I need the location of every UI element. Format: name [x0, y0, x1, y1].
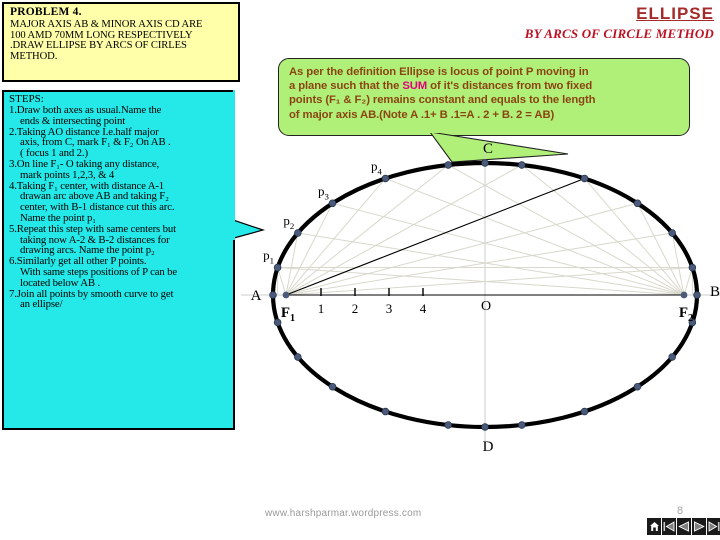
ellipse-point: [269, 291, 277, 299]
problem-line: MAJOR AXIS AB & MINOR AXIS CD ARE: [10, 18, 203, 30]
ellipse-point: [273, 263, 282, 272]
next-slide-icon[interactable]: [692, 518, 707, 535]
problem-line: METHOD.: [10, 51, 58, 63]
step-line: an ellipse/: [20, 298, 63, 311]
step-line: 5.Repeat this step with same centers but: [9, 222, 177, 235]
tick-label-1: 1: [318, 301, 325, 316]
ellipse-point: [381, 407, 390, 416]
ellipse-point: [328, 382, 337, 391]
construction-lines: [277, 164, 693, 296]
focus-point-f2: [680, 291, 688, 299]
tick-label-4: 4: [420, 301, 427, 316]
definition-line-3: points (F₁ & F₂) remains constant and eq…: [289, 94, 596, 107]
sum-highlight: SUM: [402, 80, 428, 93]
ellipse-point: [688, 318, 697, 327]
axis-lines: [241, 141, 720, 449]
ellipse-point: [294, 353, 302, 361]
ellipse-point: [481, 159, 489, 167]
label-p3: p3: [318, 183, 330, 201]
diagram-labels: A B C D O F1 F2 p1 p2 p3 p4 1 2 3 4: [251, 141, 720, 455]
ellipse-point: [633, 199, 642, 208]
last-slide-icon[interactable]: [707, 518, 720, 535]
label-f1: F1: [281, 305, 295, 324]
slide-canvas: PROBLEM 4. MAJOR AXIS AB & MINOR AXIS CD…: [0, 0, 720, 540]
label-p4: p4: [371, 158, 383, 176]
label-f2: F2: [679, 305, 693, 324]
ellipse-point: [580, 407, 589, 416]
label-c: C: [483, 141, 493, 157]
definition-line-2: a plane such that the SUM of it's distan…: [289, 80, 593, 93]
ellipse-point: [294, 229, 302, 237]
footer-url: www.harshparmar.wordpress.com: [265, 508, 422, 519]
ellipse-point: [633, 382, 642, 391]
first-slide-icon[interactable]: [662, 518, 677, 535]
ellipse-point: [580, 174, 589, 183]
previous-slide-icon[interactable]: [677, 518, 692, 535]
ellipse-point: [693, 291, 701, 299]
label-o: O: [481, 299, 491, 314]
label-a: A: [251, 288, 262, 304]
focus-point-f1: [282, 291, 290, 299]
ellipse-point: [518, 161, 526, 169]
slide-navigation-bar[interactable]: [647, 518, 720, 535]
tick-label-3: 3: [386, 301, 393, 316]
label-b: B: [710, 284, 720, 300]
label-d: D: [483, 439, 494, 455]
ellipse-point: [688, 263, 697, 272]
ellipse-point: [481, 423, 489, 431]
step-line: located below AB .: [20, 276, 101, 289]
problem-statement-box: PROBLEM 4. MAJOR AXIS AB & MINOR AXIS CD…: [2, 2, 240, 82]
ellipse-point: [444, 161, 452, 169]
ellipse-point: [668, 353, 676, 361]
page-number: 8: [677, 505, 684, 517]
problem-title: PROBLEM 4.: [10, 6, 82, 18]
tick-label-2: 2: [352, 301, 359, 316]
label-p2: p2: [283, 213, 294, 231]
definition-callout-tail: [430, 132, 570, 163]
steps-list-box: STEPS: 1.Draw both axes as usual.Name th…: [2, 90, 235, 430]
ellipse-point: [328, 199, 337, 208]
definition-callout: As per the definition Ellipse is locus o…: [278, 58, 690, 136]
ellipse-point: [444, 421, 452, 429]
step-line: ends & intersecting point: [20, 114, 126, 127]
page-title: ELLIPSE: [636, 4, 714, 23]
label-p1: p1: [263, 248, 274, 266]
ellipse-point: [668, 229, 676, 237]
page-subtitle: BY ARCS OF CIRCLE METHOD: [524, 26, 714, 41]
ellipse-point: [518, 421, 526, 429]
ellipse-point: [381, 174, 390, 183]
definition-line-4: of major axis AB.(Note A .1+ B .1=A . 2 …: [289, 108, 555, 121]
plotted-points: [269, 159, 701, 431]
ellipse-outline: [270, 160, 700, 430]
ellipse-point: [273, 318, 282, 327]
focal-chord-lines: [285, 177, 684, 296]
home-icon[interactable]: [647, 518, 662, 535]
step-line: mark points 1,2,3, & 4: [20, 168, 115, 181]
division-tick-marks: [320, 288, 424, 296]
definition-line-1: As per the definition Ellipse is locus o…: [289, 66, 589, 78]
steps-lines: 1.Draw both axes as usual.Name the ends &…: [9, 105, 230, 310]
